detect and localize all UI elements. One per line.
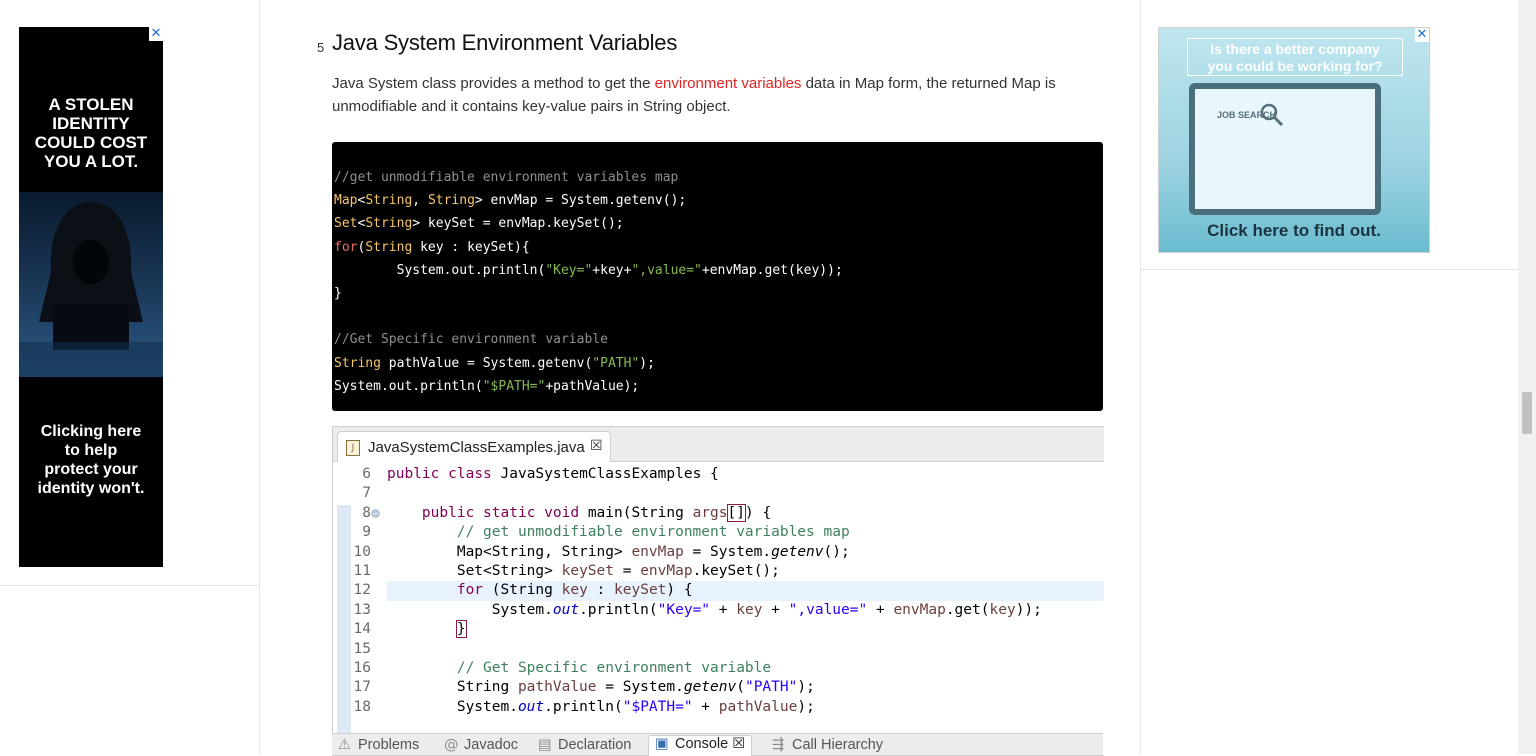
at-sign-icon: @ bbox=[444, 737, 459, 753]
line-number: 15 bbox=[353, 640, 371, 657]
tab-label: Problems bbox=[358, 737, 420, 753]
tab-label: Console bbox=[675, 736, 729, 752]
code-type: String bbox=[334, 355, 381, 371]
close-tab-icon[interactable]: ☒ bbox=[590, 438, 603, 454]
code-string: "$PATH=" bbox=[482, 378, 546, 394]
intro-text: Java System class provides a method to g… bbox=[332, 75, 655, 92]
divider bbox=[0, 585, 259, 586]
ide-screenshot: J JavaSystemClassExamples.java ☒ 6 public… bbox=[332, 426, 1104, 756]
code-line: 13 System.out.println("Key=" + key + ",v… bbox=[333, 601, 1104, 620]
tab-declaration[interactable]: ▤ Declaration bbox=[538, 737, 631, 753]
problems-icon: ⚠ bbox=[338, 737, 351, 753]
section-intro: Java System class provides a method to g… bbox=[332, 72, 1102, 118]
code-comment: //get unmodifiable environment variables… bbox=[334, 170, 679, 185]
ad-footer-line: Clicking here bbox=[40, 423, 142, 440]
code-block: //get unmodifiable environment variables… bbox=[332, 142, 1103, 411]
magnifier-icon bbox=[1260, 103, 1284, 127]
ad-footer: Clicking here to help protect your ident… bbox=[19, 422, 163, 498]
left-sidebar: ✕ A STOLEN IDENTITY COULD COST YOU A LOT… bbox=[0, 0, 260, 754]
code-string: "PATH" bbox=[592, 355, 640, 371]
code-type: String bbox=[365, 239, 413, 255]
ad-headline-line: A STOLEN bbox=[48, 95, 134, 114]
scrollbar-thumb[interactable] bbox=[1522, 392, 1532, 434]
line-number: 10 bbox=[353, 543, 371, 560]
ad-question: Is there a better company you could be w… bbox=[1187, 38, 1403, 76]
line-number: 17 bbox=[353, 679, 371, 696]
tab-call-hierarchy[interactable]: ⇶ Call Hierarchy bbox=[772, 737, 883, 753]
code-type: Map bbox=[334, 193, 358, 209]
ad-footer-line: protect your bbox=[44, 461, 138, 478]
ad-close-icon[interactable]: ✕ bbox=[1415, 28, 1429, 42]
tab-label: Declaration bbox=[558, 737, 632, 753]
section-number: 5 bbox=[317, 40, 325, 55]
tab-javadoc[interactable]: @ Javadoc bbox=[444, 737, 518, 753]
code-line: 6 public class JavaSystemClassExamples { bbox=[333, 465, 1104, 484]
code-line: 10 Map<String, String> envMap = System.g… bbox=[333, 543, 1104, 562]
tab-console[interactable]: ▣ Console ☒ bbox=[648, 735, 753, 756]
tab-problems[interactable]: ⚠ Problems bbox=[338, 737, 419, 753]
line-number: 7 bbox=[362, 485, 371, 502]
hooded-hacker-image bbox=[19, 192, 163, 377]
code-keyword: for bbox=[334, 239, 358, 255]
code-comment: //Get Specific environment variable bbox=[334, 332, 608, 348]
line-number: 6 bbox=[362, 466, 371, 482]
code-type: Set bbox=[334, 216, 358, 232]
bottom-panel-tabbar: ⚠ Problems @ Javadoc ▤ Declaration ▣ Console… bbox=[332, 733, 1103, 756]
console-icon: ▣ bbox=[655, 736, 669, 752]
section-title: Java System Environment Variables bbox=[332, 30, 678, 55]
ad-question-line: you could be working for? bbox=[1207, 58, 1383, 74]
code-line: 7 bbox=[333, 484, 1104, 503]
line-number: 18 bbox=[353, 698, 371, 715]
code-type: String bbox=[365, 193, 413, 209]
ad-footer-line: to help bbox=[64, 442, 118, 459]
tab-label: Javadoc bbox=[464, 737, 519, 753]
divider bbox=[1141, 269, 1519, 270]
line-number: 13 bbox=[353, 601, 371, 618]
ad-footer-line: identity won't. bbox=[37, 480, 145, 497]
editor-lines: 6 public class JavaSystemClassExamples { … bbox=[333, 465, 1104, 717]
code-listing: //get unmodifiable environment variables… bbox=[334, 170, 843, 394]
line-number: 12 bbox=[353, 582, 371, 599]
environment-variables-link[interactable]: environment variables bbox=[655, 75, 802, 92]
ad-question-line: Is there a better company bbox=[1210, 41, 1380, 57]
code-string: "Key=" bbox=[545, 262, 593, 278]
code-line: 11 Set<String> keySet = envMap.keySet(); bbox=[333, 562, 1104, 581]
ad-headline-line: IDENTITY bbox=[52, 114, 130, 133]
right-advertisement[interactable]: ✕ Is there a better company you could be… bbox=[1158, 27, 1430, 253]
declaration-icon: ▤ bbox=[538, 737, 552, 753]
laptop-image bbox=[1189, 83, 1381, 215]
line-number: 8 bbox=[362, 504, 371, 521]
code-string: ",value=" bbox=[631, 262, 702, 278]
code-line-highlighted: 12 for (String key : keySet) { bbox=[333, 581, 1104, 601]
ad-close-icon[interactable]: ✕ bbox=[149, 27, 163, 41]
call-hierarchy-icon: ⇶ bbox=[772, 737, 785, 753]
code-line: 16 // Get Specific environment variable bbox=[333, 659, 1104, 678]
line-number: 11 bbox=[353, 562, 371, 579]
tab-label: Call Hierarchy bbox=[792, 737, 884, 753]
java-file-icon: J bbox=[346, 440, 360, 456]
code-line: 15 bbox=[333, 640, 1104, 659]
code-line: 9 // get unmodifiable environment variab… bbox=[333, 523, 1104, 542]
ad-cta[interactable]: Click here to find out. bbox=[1159, 221, 1429, 241]
editor-tabbar: J JavaSystemClassExamples.java ☒ bbox=[333, 427, 1104, 462]
close-tab-icon[interactable]: ☒ bbox=[732, 736, 745, 752]
code-line: 14 } bbox=[333, 620, 1104, 639]
code-type: String bbox=[427, 193, 475, 209]
editor-tab-label: JavaSystemClassExamples.java bbox=[368, 439, 585, 456]
code-line: 18 System.out.println("$PATH=" + pathVal… bbox=[333, 698, 1104, 717]
code-type: String bbox=[365, 216, 413, 232]
editor-tab[interactable]: J JavaSystemClassExamples.java ☒ bbox=[337, 431, 611, 462]
ad-headline-line: COULD COST bbox=[34, 133, 148, 152]
fold-toggle-icon[interactable]: − bbox=[371, 508, 380, 518]
code-line: 8− public static void main(String args[]… bbox=[333, 503, 1104, 523]
left-advertisement[interactable]: ✕ A STOLEN IDENTITY COULD COST YOU A LOT… bbox=[19, 27, 163, 567]
page-scrollbar[interactable] bbox=[1518, 0, 1536, 754]
line-number: 9 bbox=[362, 524, 371, 541]
line-number: 14 bbox=[353, 621, 371, 638]
code-line: 17 String pathValue = System.getenv("PAT… bbox=[333, 678, 1104, 697]
ad-headline: A STOLEN IDENTITY COULD COST YOU A LOT. bbox=[19, 95, 163, 171]
ad-headline-line: YOU A LOT. bbox=[43, 152, 139, 171]
line-number: 16 bbox=[353, 659, 371, 676]
